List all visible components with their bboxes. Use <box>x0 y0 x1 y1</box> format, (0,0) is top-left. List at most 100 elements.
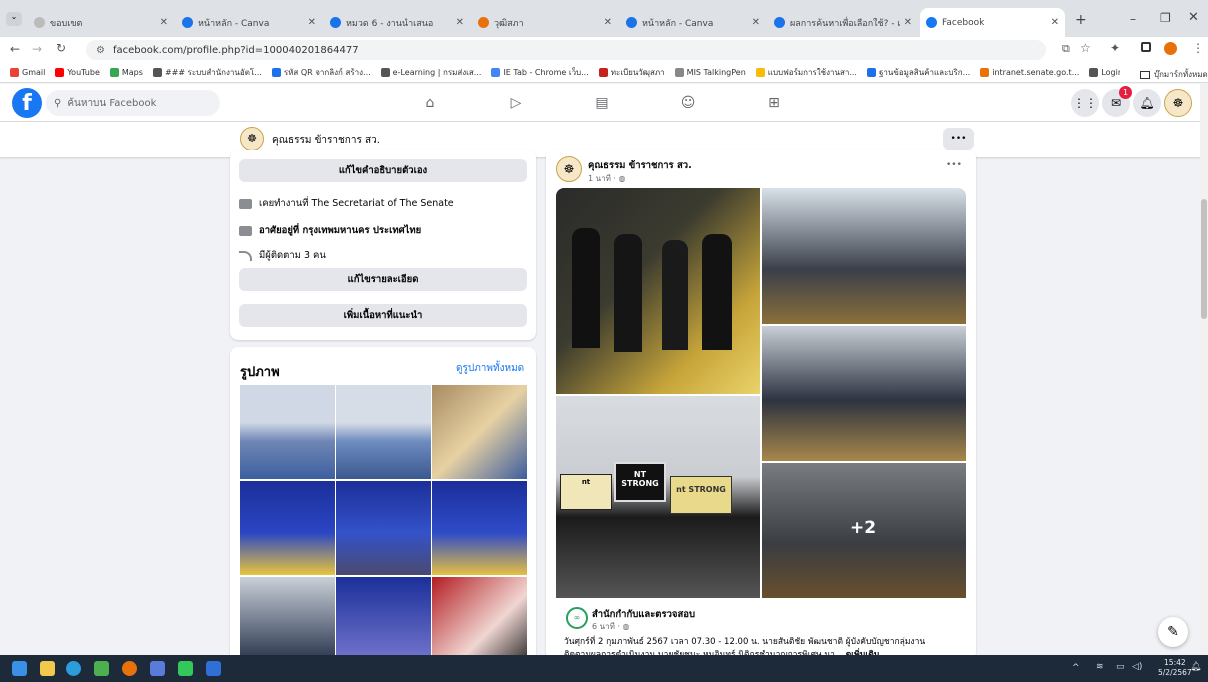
tab-search-button[interactable]: ⌄ <box>6 12 22 26</box>
post-author[interactable]: คุณธรรม ข้าราชการ สว. <box>588 158 692 173</box>
photo-thumb[interactable] <box>240 577 335 667</box>
post-photo-group[interactable] <box>556 188 760 394</box>
bookmark-item[interactable]: e-Learning | กรมส่งเส... <box>380 66 481 79</box>
word-icon[interactable] <box>206 661 221 676</box>
post-photo-more[interactable]: +2 <box>762 463 966 598</box>
browser-tab[interactable]: ขอบเขต ✕ <box>28 8 174 37</box>
volume-icon[interactable]: ◁) <box>1132 662 1142 672</box>
bookmark-item[interactable]: MIS TalkingPen <box>674 66 746 79</box>
site-info-icon[interactable]: ⚙ <box>96 45 105 56</box>
tab-close-icon[interactable]: ✕ <box>1051 17 1059 28</box>
post-author-avatar[interactable]: ☸ <box>556 156 582 182</box>
bookmark-item[interactable]: ทะเบียนวัฒุสภา <box>598 66 665 79</box>
bookmark-item[interactable]: Maps <box>109 66 143 79</box>
notification-center-icon[interactable]: 🔔︎ <box>1190 662 1201 672</box>
forward-button[interactable]: → <box>32 42 42 56</box>
tab-close-icon[interactable]: ✕ <box>308 17 316 28</box>
bookmark-star-icon[interactable]: ☆ <box>1080 41 1091 55</box>
see-all-photos-link[interactable]: ดูรูปภาพทั้งหมด <box>456 361 524 376</box>
tab-close-icon[interactable]: ✕ <box>456 17 464 28</box>
minimize-button[interactable]: – <box>1130 12 1136 26</box>
tab-close-icon[interactable]: ✕ <box>160 17 168 28</box>
menu-grid-icon[interactable]: ⋮⋮ <box>1071 89 1099 117</box>
install-app-icon[interactable]: ⧉ <box>1062 42 1070 56</box>
browser-tab[interactable]: ผลการค้นหาเพื่อเลือกใช้? - เอกสาร ✕ <box>768 8 918 37</box>
restore-button[interactable]: ❐ <box>1160 11 1171 25</box>
bookmark-item[interactable]: IE Tab - Chrome เว็บ... <box>491 66 589 79</box>
back-button[interactable]: ← <box>10 42 20 56</box>
photo-thumb[interactable] <box>240 385 335 479</box>
tab-title: วุฒิสภา <box>494 18 524 29</box>
new-tab-button[interactable]: + <box>1075 12 1087 28</box>
photo-thumb[interactable] <box>432 481 527 575</box>
bookmark-item[interactable]: รหัส QR จากลิงก์ สร้าง... <box>271 66 371 79</box>
photo-thumb[interactable] <box>336 385 431 479</box>
reload-button[interactable]: ↻ <box>56 41 66 55</box>
photo-thumb[interactable] <box>336 481 431 575</box>
search-input[interactable]: ⚲ ค้นหาบน Facebook <box>46 90 220 116</box>
post-photo-signs[interactable]: nt NT STRONG nt STRONG <box>556 396 760 598</box>
post-photo-meeting[interactable] <box>762 326 966 461</box>
file-explorer-icon[interactable] <box>40 661 55 676</box>
edge-icon[interactable] <box>66 661 81 676</box>
scrollbar-thumb[interactable] <box>1201 199 1207 319</box>
browser-tab[interactable]: วุฒิสภา ✕ <box>472 8 618 37</box>
photo-thumb[interactable] <box>432 385 527 479</box>
add-featured-button[interactable]: เพิ่มเนื้อหาที่แนะนำ <box>239 304 527 327</box>
page-scrollbar[interactable] <box>1200 84 1208 655</box>
close-window-button[interactable]: ✕ <box>1188 10 1199 25</box>
extensions-icon[interactable]: ✦ <box>1110 41 1120 55</box>
bookmark-item[interactable]: YouTube <box>55 66 100 79</box>
followers-text[interactable]: มีผู้ติดตาม 3 คน <box>259 248 326 263</box>
clock[interactable]: 15:42 5/2/2567 <box>1158 658 1192 678</box>
profile-avatar-icon[interactable] <box>1164 42 1177 55</box>
browser-tab[interactable]: หน้าหลัก - Canva ✕ <box>176 8 322 37</box>
profile-more-button[interactable]: ••• <box>943 128 974 150</box>
post-photo-meeting[interactable] <box>762 188 966 324</box>
bookmark-item[interactable]: ฐานข้อมูลสินค้าและบริก... <box>866 66 970 79</box>
notifications-bell-icon[interactable]: 🔔︎ <box>1133 89 1161 117</box>
wifi-icon[interactable]: ≋ <box>1096 662 1104 672</box>
menu-icon[interactable]: ⋮ <box>1192 41 1204 55</box>
groups-icon[interactable]: ☺ <box>677 92 699 114</box>
intro-card: แก้ไขคำอธิบายตัวเอง เคยทำงานที่ The Secr… <box>230 150 536 340</box>
browser-tab[interactable]: หมวด 6 - งานนำเสนอ ✕ <box>324 8 470 37</box>
bookmark-item[interactable]: Login <box>1089 66 1120 79</box>
home-icon[interactable]: ⌂ <box>419 92 441 114</box>
edit-details-button[interactable]: แก้ไขรายละเอียด <box>239 268 527 291</box>
line-icon[interactable] <box>178 661 193 676</box>
browser-tab[interactable]: Facebook ✕ <box>920 8 1065 37</box>
profile-avatar-small[interactable]: ☸ <box>240 127 264 151</box>
marketplace-icon[interactable]: ▤ <box>591 92 613 114</box>
start-icon[interactable] <box>12 661 27 676</box>
shared-page-avatar[interactable]: ∞ <box>566 607 588 629</box>
gaming-icon[interactable]: ⊞ <box>763 92 785 114</box>
bookmark-item[interactable]: แบบฟอร์มการใช้งานสา... <box>755 66 857 79</box>
profile-avatar[interactable]: ☸ <box>1164 89 1192 117</box>
bookmark-item[interactable]: ### ระบบสำนักงานอัตโ... <box>152 66 262 79</box>
all-bookmarks[interactable]: บุ๊กมาร์กทั้งหมด <box>1140 68 1208 81</box>
new-message-button[interactable]: ✎ <box>1158 617 1188 647</box>
video-icon[interactable]: ▷ <box>505 92 527 114</box>
tray-chevron-icon[interactable]: ^ <box>1072 663 1080 673</box>
profile-name[interactable]: คุณธรรม ข้าราชการ สว. <box>272 133 380 148</box>
tab-favicon-icon <box>330 17 341 28</box>
store-icon[interactable] <box>94 661 109 676</box>
photo-thumb[interactable] <box>432 577 527 667</box>
bookmark-item[interactable]: intranet.senate.go.t... <box>980 66 1079 79</box>
bookmark-item[interactable]: Gmail <box>10 66 45 79</box>
tab-close-icon[interactable]: ✕ <box>752 17 760 28</box>
browser-tab[interactable]: หน้าหลัก - Canva ✕ <box>620 8 766 37</box>
display-icon[interactable]: ▭ <box>1116 662 1125 672</box>
tab-close-icon[interactable]: ✕ <box>604 17 612 28</box>
post-more-button[interactable]: ••• <box>946 160 962 170</box>
url-bar[interactable]: ⚙ facebook.com/profile.php?id=10004020186… <box>86 40 1046 60</box>
tab-close-icon[interactable]: ✕ <box>904 17 912 28</box>
chrome-icon[interactable] <box>122 661 137 676</box>
sidebar-icon[interactable] <box>1141 42 1151 52</box>
photo-thumb[interactable] <box>336 577 431 667</box>
app-icon[interactable] <box>150 661 165 676</box>
edit-bio-button[interactable]: แก้ไขคำอธิบายตัวเอง <box>239 159 527 182</box>
facebook-logo-icon[interactable]: f <box>12 88 42 118</box>
photo-thumb[interactable] <box>240 481 335 575</box>
